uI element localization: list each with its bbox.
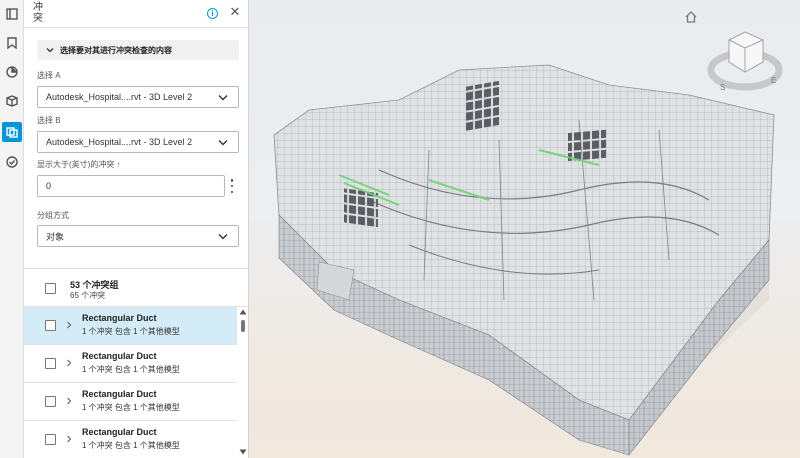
selection-b-value: Autodesk_Hospital....rvt - 3D Level 2 <box>46 137 193 147</box>
list-scrollbar[interactable] <box>238 307 248 458</box>
chevron-down-icon <box>218 95 228 101</box>
chevron-down-icon <box>218 234 228 240</box>
cube-search-icon[interactable] <box>2 91 22 111</box>
selection-a-label: 选择 A <box>37 71 61 80</box>
panel-header: 冲突 i ✕ <box>24 0 249 28</box>
row-subtitle: 1 个冲突 包含 1 个其他模型 <box>82 441 180 450</box>
scroll-down-icon[interactable] <box>239 449 247 455</box>
chevron-down-icon <box>218 140 228 146</box>
chevron-right-icon[interactable] <box>65 396 73 406</box>
clash-panel: 冲突 i ✕ 选择要对其进行冲突检查的内容 选择 A Autodesk_Hosp… <box>24 0 249 458</box>
clash-group-summary: 53 个冲突组 65 个冲突 <box>24 269 249 307</box>
row-subtitle: 1 个冲突 包含 1 个其他模型 <box>82 365 180 374</box>
group-by-label: 分组方式 <box>37 211 69 220</box>
group-by-value: 对象 <box>46 231 65 242</box>
compass-south: S <box>720 83 725 92</box>
list-item[interactable]: Rectangular Duct 1 个冲突 包含 1 个其他模型 <box>24 307 237 345</box>
row-checkbox[interactable] <box>45 396 56 407</box>
more-options-icon[interactable] <box>229 179 235 193</box>
row-title: Rectangular Duct <box>82 313 157 323</box>
row-title: Rectangular Duct <box>82 351 157 361</box>
list-item[interactable]: Rectangular Duct 1 个冲突 包含 1 个其他模型 <box>24 345 237 383</box>
sheets-icon[interactable] <box>2 62 22 82</box>
home-icon[interactable] <box>683 9 699 25</box>
checkmark-circle-icon[interactable] <box>2 152 22 172</box>
list-item[interactable]: Rectangular Duct 1 个冲突 包含 1 个其他模型 <box>24 421 237 458</box>
selection-b-dropdown[interactable]: Autodesk_Hospital....rvt - 3D Level 2 <box>37 131 239 153</box>
model-browser-icon[interactable] <box>2 4 22 24</box>
chevron-right-icon[interactable] <box>65 358 73 368</box>
selection-a-value: Autodesk_Hospital....rvt - 3D Level 2 <box>46 92 193 102</box>
row-title: Rectangular Duct <box>82 427 157 437</box>
panel-title: 冲突 <box>33 2 43 24</box>
threshold-label: 显示大于(英寸)的冲突 ↑ <box>37 160 121 169</box>
tool-rail <box>0 0 24 458</box>
clash-icon[interactable] <box>2 122 22 142</box>
section-label: 选择要对其进行冲突检查的内容 <box>60 45 172 55</box>
compass-east: E <box>771 76 776 85</box>
scroll-thumb[interactable] <box>241 320 245 332</box>
model-viewer[interactable]: S E <box>249 0 800 458</box>
selection-a-dropdown[interactable]: Autodesk_Hospital....rvt - 3D Level 2 <box>37 86 239 108</box>
row-subtitle: 1 个冲突 包含 1 个其他模型 <box>82 327 180 336</box>
group-by-dropdown[interactable]: 对象 <box>37 225 239 247</box>
row-subtitle: 1 个冲突 包含 1 个其他模型 <box>82 403 180 412</box>
viewcube[interactable]: S E <box>707 22 783 98</box>
clash-list: Rectangular Duct 1 个冲突 包含 1 个其他模型 Rectan… <box>24 307 249 458</box>
row-checkbox[interactable] <box>45 434 56 445</box>
clash-count: 65 个冲突 <box>70 291 106 300</box>
close-icon[interactable]: ✕ <box>228 5 242 19</box>
info-icon[interactable]: i <box>207 8 218 19</box>
list-item[interactable]: Rectangular Duct 1 个冲突 包含 1 个其他模型 <box>24 383 237 421</box>
bookmark-icon[interactable] <box>2 33 22 53</box>
chevron-down-icon <box>46 48 54 53</box>
section-toggle[interactable]: 选择要对其进行冲突检查的内容 <box>37 40 239 60</box>
row-title: Rectangular Duct <box>82 389 157 399</box>
chevron-right-icon[interactable] <box>65 434 73 444</box>
select-all-checkbox[interactable] <box>45 283 56 294</box>
threshold-input[interactable]: 0 <box>37 175 225 197</box>
row-checkbox[interactable] <box>45 320 56 331</box>
selection-b-label: 选择 B <box>37 116 61 125</box>
chevron-right-icon[interactable] <box>65 320 73 330</box>
scroll-up-icon[interactable] <box>239 309 247 315</box>
row-checkbox[interactable] <box>45 358 56 369</box>
